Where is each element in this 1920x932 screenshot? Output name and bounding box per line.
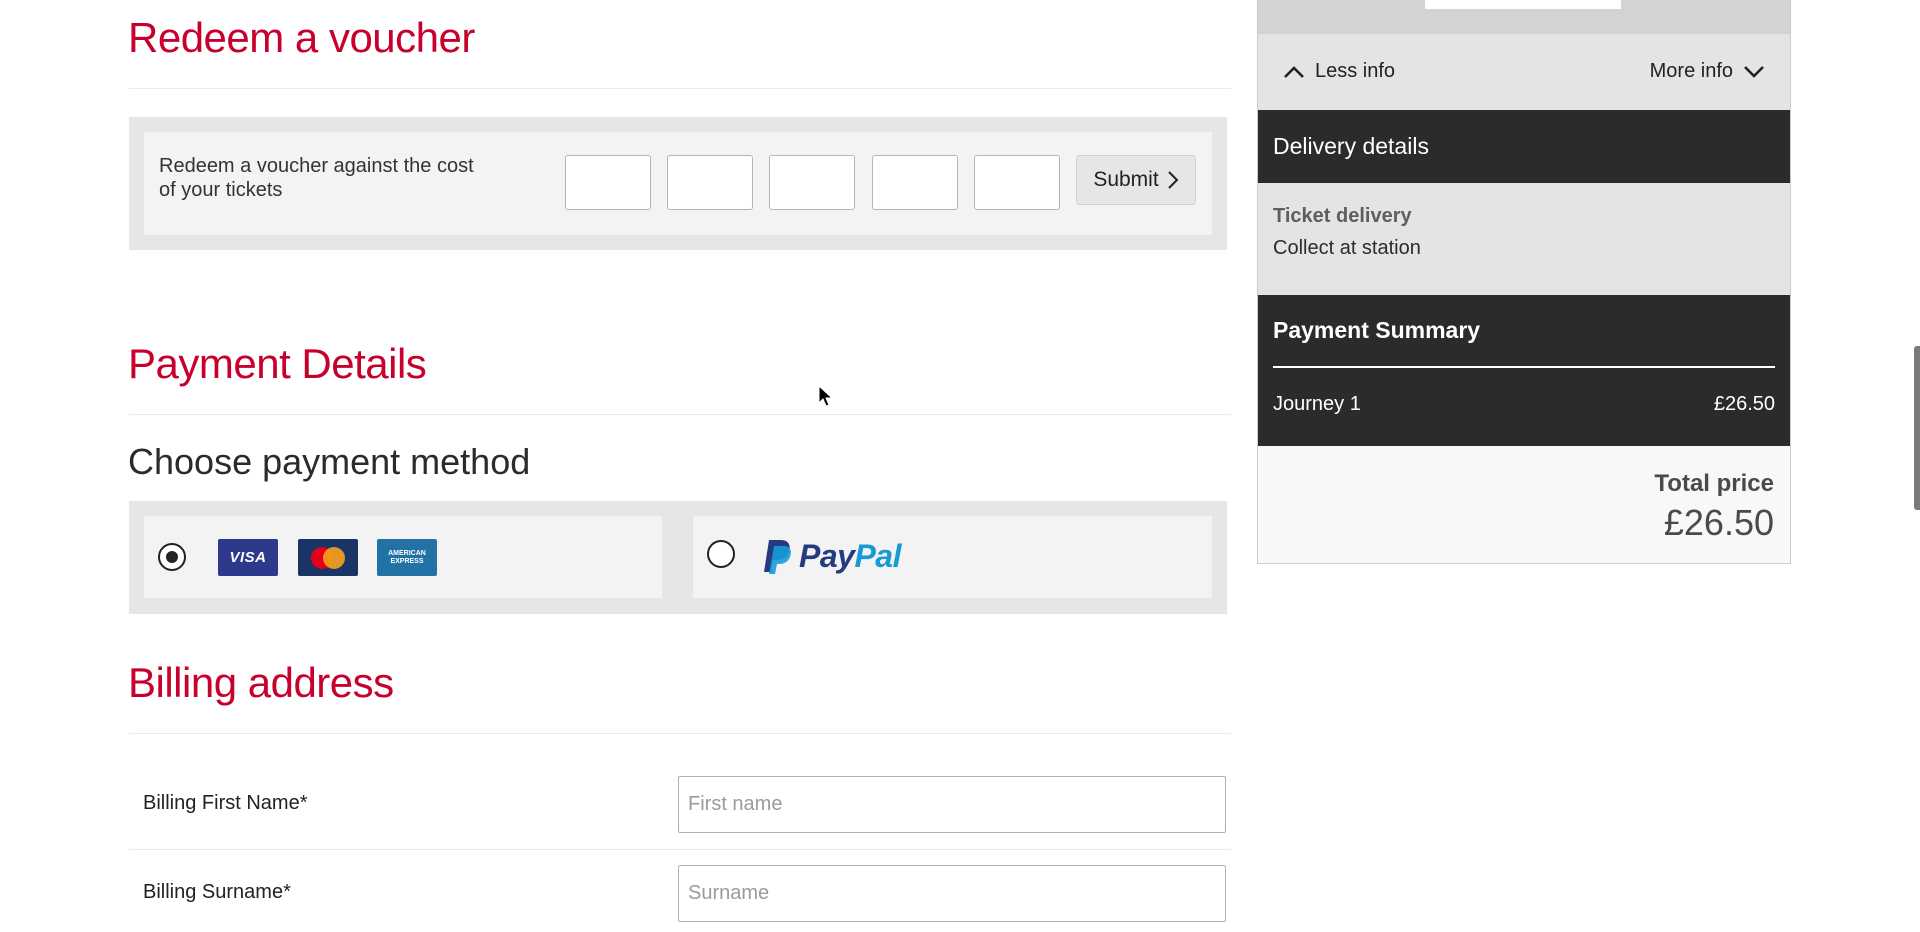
visa-label: VISA — [229, 549, 267, 566]
payment-heading: Payment Details — [128, 340, 427, 387]
billing-surname-label: Billing Surname* — [143, 881, 291, 903]
sidebar-tab — [1425, 0, 1621, 9]
divider — [129, 849, 1231, 850]
voucher-panel-inner: Redeem a voucher against the cost of you… — [144, 132, 1212, 235]
voucher-heading: Redeem a voucher — [128, 14, 475, 61]
journey-amount: £26.50 — [1713, 393, 1775, 415]
amex-icon: AMERICAN EXPRESS — [377, 539, 437, 576]
less-info-label: Less info — [1315, 60, 1396, 82]
billing-first-name-input[interactable] — [678, 776, 1226, 833]
billing-first-name-label: Billing First Name* — [143, 792, 308, 814]
delivery-details-header: Delivery details — [1257, 110, 1791, 183]
voucher-code-field-3[interactable] — [769, 155, 855, 210]
payment-summary-panel: Payment Summary Journey 1 £26.50 — [1257, 295, 1791, 446]
amex-label: AMERICAN EXPRESS — [388, 549, 426, 565]
total-price-label: Total price — [1654, 470, 1774, 497]
payment-option-card[interactable]: VISA AMERICAN EXPRESS — [144, 516, 662, 598]
total-price-panel: Total price £26.50 — [1257, 446, 1791, 564]
paypal-pay: Pay — [799, 538, 855, 574]
summary-divider — [1273, 366, 1775, 368]
payment-option-paypal[interactable]: PayPal — [693, 516, 1212, 598]
delivery-details-body: Ticket delivery Collect at station — [1257, 183, 1791, 295]
sidebar-top-strip — [1257, 0, 1791, 34]
journey-label: Journey 1 — [1273, 393, 1361, 415]
voucher-description: Redeem a voucher against the cost of you… — [159, 155, 474, 201]
voucher-code-field-1[interactable] — [565, 155, 651, 210]
divider — [129, 733, 1231, 734]
payment-method-panel: VISA AMERICAN EXPRESS PayPal — [129, 501, 1227, 614]
delivery-details-title: Delivery details — [1273, 133, 1429, 159]
paypal-pal: Pal — [854, 538, 901, 574]
less-info-link[interactable]: Less info — [1283, 60, 1395, 83]
mastercard-circles — [311, 546, 345, 569]
voucher-code-field-2[interactable] — [667, 155, 753, 210]
chevron-down-icon — [1744, 65, 1764, 78]
chevron-right-icon — [1167, 171, 1179, 189]
payment-method-heading: Choose payment method — [128, 441, 531, 482]
ticket-delivery-label: Ticket delivery — [1273, 205, 1412, 227]
paypal-radio[interactable] — [707, 540, 735, 568]
divider — [129, 414, 1231, 415]
chevron-up-icon — [1284, 65, 1304, 78]
voucher-code-field-4[interactable] — [872, 155, 958, 210]
voucher-code-field-5[interactable] — [974, 155, 1060, 210]
billing-heading: Billing address — [128, 659, 394, 706]
ticket-delivery-value: Collect at station — [1273, 237, 1421, 259]
submit-label: Submit — [1093, 168, 1159, 191]
divider — [129, 88, 1231, 89]
paypal-wordmark: PayPal — [799, 538, 901, 575]
info-toggle-bar: Less info More info — [1257, 34, 1791, 110]
payment-summary-title: Payment Summary — [1273, 317, 1481, 343]
paypal-logo-icon — [764, 540, 791, 574]
total-price-value: £26.50 — [1663, 502, 1774, 543]
more-info-label: More info — [1649, 60, 1733, 82]
voucher-submit-button[interactable]: Submit — [1076, 155, 1196, 205]
more-info-link[interactable]: More info — [1650, 60, 1765, 83]
mastercard-icon — [298, 539, 358, 576]
card-radio[interactable] — [158, 543, 186, 571]
billing-surname-input[interactable] — [678, 865, 1226, 922]
visa-icon: VISA — [218, 539, 278, 576]
voucher-panel: Redeem a voucher against the cost of you… — [129, 117, 1227, 250]
page-scrollbar-thumb[interactable] — [1914, 346, 1920, 510]
mouse-cursor-icon — [818, 385, 834, 407]
